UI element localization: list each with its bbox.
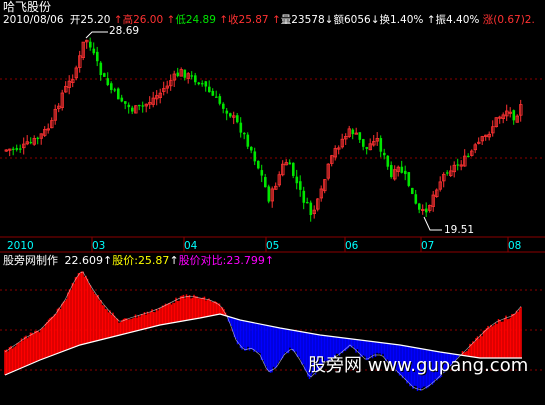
candle-body <box>400 166 404 173</box>
candle-body <box>208 86 211 93</box>
indicator-value: 22.609 <box>64 254 104 267</box>
time-label-06: 06 <box>345 240 359 252</box>
candle-body <box>267 186 271 202</box>
candle-body <box>113 89 117 91</box>
candle-body <box>404 170 407 175</box>
candle-body <box>243 132 246 135</box>
candle-body <box>257 160 260 169</box>
candle-body <box>260 170 264 176</box>
candle-body <box>29 141 33 144</box>
candle-body <box>411 187 414 194</box>
candle-body <box>250 146 253 151</box>
candle-body <box>446 172 449 174</box>
candle-body <box>204 81 208 87</box>
price-value: 25.87 <box>137 254 170 267</box>
candle-body <box>197 82 201 85</box>
low-price-leader <box>423 216 442 231</box>
candle-body <box>386 155 390 167</box>
candle-body <box>215 96 218 98</box>
time-label-07: 07 <box>421 240 435 252</box>
candle-body <box>218 96 222 104</box>
candle-body <box>456 164 460 166</box>
candle-body <box>92 48 96 54</box>
candle-body <box>253 151 257 162</box>
candle-body <box>124 101 127 104</box>
candle-body <box>19 148 22 150</box>
ratio-label: 股价对比: <box>178 254 227 267</box>
candle-body <box>103 73 106 77</box>
candle-body <box>229 113 232 117</box>
watermark-text: 股旁网 www.gupang.com <box>308 355 529 376</box>
candle-body <box>512 110 516 121</box>
candle-body <box>222 103 225 109</box>
time-label-08: 08 <box>508 240 522 252</box>
candle-body <box>194 75 197 83</box>
time-label-2010: 2010 <box>7 240 34 252</box>
candle-body <box>295 176 299 184</box>
up-arrow-icon: ↑ <box>169 254 179 267</box>
ratio-value: 23.799 <box>226 254 265 267</box>
candle-body <box>390 165 393 178</box>
candle-body <box>414 194 418 204</box>
up-arrow-icon: ↑ <box>103 254 113 267</box>
candle-body <box>236 115 239 123</box>
candle-body <box>379 138 383 152</box>
candle-body <box>96 51 99 62</box>
candle-body <box>12 148 15 150</box>
candle-body <box>201 83 204 85</box>
candle-body <box>407 172 411 186</box>
candle-body <box>246 134 250 147</box>
candle-body <box>302 190 306 203</box>
candle-body <box>176 72 180 77</box>
low-price-annotation: 19.51 <box>444 224 475 236</box>
candle-body <box>106 78 110 86</box>
indicator-header: 股旁网制作 22.609↑股价:25.87↑股价对比:23.799↑ <box>3 254 274 267</box>
candle-body <box>110 83 113 90</box>
candle-body <box>138 104 141 107</box>
candle-body <box>127 104 131 108</box>
candle-body <box>351 129 355 135</box>
candle-body <box>190 75 194 77</box>
candle-body <box>362 139 365 147</box>
candle-body <box>183 69 187 78</box>
candle-body <box>467 155 470 158</box>
candle-body <box>131 107 134 112</box>
candle-body <box>383 152 386 156</box>
candle-body <box>306 202 309 204</box>
candle-body <box>264 177 267 188</box>
candle-body <box>239 122 243 133</box>
candle-body <box>299 181 302 190</box>
candle-body <box>117 88 120 100</box>
candle-body <box>365 146 369 149</box>
candle-body <box>292 162 295 176</box>
candle-body <box>309 202 313 216</box>
time-label-03: 03 <box>92 240 106 252</box>
candle-body <box>36 137 40 139</box>
stock-chart <box>0 31 545 392</box>
candle-body <box>225 110 229 114</box>
candle-body <box>418 203 421 210</box>
candle-body <box>89 41 92 48</box>
price-label: 股价: <box>112 254 138 267</box>
candle-body <box>288 162 292 165</box>
candle-body <box>425 208 428 213</box>
candle-body <box>358 132 362 140</box>
up-arrow-icon: ↑ <box>264 254 275 267</box>
watermark: 股旁网 www.gupang.com <box>308 355 528 377</box>
candle-body <box>15 148 19 150</box>
candle-body <box>141 105 145 107</box>
high-price-annotation: 28.69 <box>109 25 140 37</box>
indicator-name: 股旁网制作 <box>3 254 58 267</box>
time-label-04: 04 <box>184 240 198 252</box>
candle-body <box>211 90 215 96</box>
candle-body <box>120 97 124 102</box>
candle-body <box>99 62 103 76</box>
high-price-leader <box>85 31 108 39</box>
time-label-05: 05 <box>266 240 280 252</box>
